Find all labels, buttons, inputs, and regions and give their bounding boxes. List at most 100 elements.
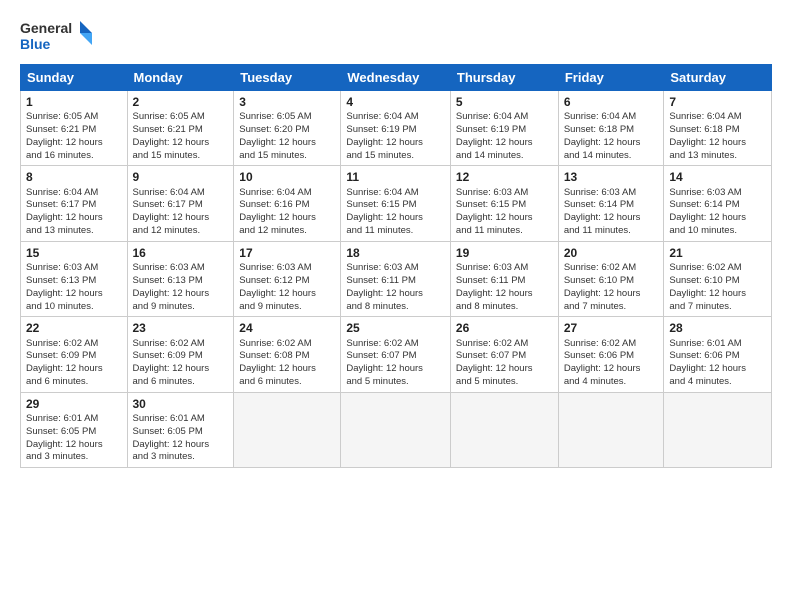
day-number: 13: [564, 169, 659, 185]
calendar-cell: 1Sunrise: 6:05 AMSunset: 6:21 PMDaylight…: [21, 91, 128, 166]
calendar-cell: 20Sunrise: 6:02 AMSunset: 6:10 PMDayligh…: [558, 241, 664, 316]
day-info: Sunrise: 6:04 AMSunset: 6:18 PMDaylight:…: [564, 111, 659, 162]
day-info: Sunrise: 6:01 AMSunset: 6:05 PMDaylight:…: [133, 413, 229, 464]
day-info: Sunrise: 6:02 AMSunset: 6:09 PMDaylight:…: [26, 338, 122, 389]
day-number: 10: [239, 169, 335, 185]
day-number: 30: [133, 396, 229, 412]
day-info: Sunrise: 6:03 AMSunset: 6:15 PMDaylight:…: [456, 187, 553, 238]
day-number: 5: [456, 94, 553, 110]
calendar-cell: 14Sunrise: 6:03 AMSunset: 6:14 PMDayligh…: [664, 166, 772, 241]
day-number: 11: [346, 169, 445, 185]
day-info: Sunrise: 6:02 AMSunset: 6:07 PMDaylight:…: [346, 338, 445, 389]
day-info: Sunrise: 6:05 AMSunset: 6:20 PMDaylight:…: [239, 111, 335, 162]
day-info: Sunrise: 6:05 AMSunset: 6:21 PMDaylight:…: [26, 111, 122, 162]
day-info: Sunrise: 6:03 AMSunset: 6:11 PMDaylight:…: [346, 262, 445, 313]
calendar-cell: 4Sunrise: 6:04 AMSunset: 6:19 PMDaylight…: [341, 91, 451, 166]
calendar-cell: 9 Sunrise: 6:04 AMSunset: 6:17 PMDaylight…: [127, 166, 234, 241]
calendar-header-row: SundayMondayTuesdayWednesdayThursdayFrid…: [21, 65, 772, 91]
calendar-cell: 16Sunrise: 6:03 AMSunset: 6:13 PMDayligh…: [127, 241, 234, 316]
calendar-cell: 6Sunrise: 6:04 AMSunset: 6:18 PMDaylight…: [558, 91, 664, 166]
day-number: 16: [133, 245, 229, 261]
calendar-cell: 19Sunrise: 6:03 AMSunset: 6:11 PMDayligh…: [450, 241, 558, 316]
week-row-1: 1Sunrise: 6:05 AMSunset: 6:21 PMDaylight…: [21, 91, 772, 166]
calendar-cell: 12Sunrise: 6:03 AMSunset: 6:15 PMDayligh…: [450, 166, 558, 241]
calendar-cell: 28 Sunrise: 6:01 AMSunset: 6:06 PMDayligh…: [664, 317, 772, 392]
calendar-cell: 15Sunrise: 6:03 AMSunset: 6:13 PMDayligh…: [21, 241, 128, 316]
day-info: Sunrise: 6:01 AMSunset: 6:05 PMDaylight:…: [26, 413, 122, 464]
page: GeneralBlue SundayMondayTuesdayWednesday…: [0, 0, 792, 612]
calendar-cell: 30Sunrise: 6:01 AMSunset: 6:05 PMDayligh…: [127, 392, 234, 467]
day-info: Sunrise: 6:03 AMSunset: 6:13 PMDaylight:…: [133, 262, 229, 313]
day-info: Sunrise: 6:01 AMSunset: 6:06 PMDaylight:…: [669, 338, 766, 389]
day-number: 6: [564, 94, 659, 110]
calendar-cell: [558, 392, 664, 467]
day-number: 2: [133, 94, 229, 110]
day-number: 7: [669, 94, 766, 110]
day-number: 23: [133, 320, 229, 336]
day-number: 4: [346, 94, 445, 110]
day-info: Sunrise: 6:03 AMSunset: 6:12 PMDaylight:…: [239, 262, 335, 313]
day-info: Sunrise: 6:03 AMSunset: 6:14 PMDaylight:…: [564, 187, 659, 238]
calendar-cell: 22 Sunrise: 6:02 AMSunset: 6:09 PMDayligh…: [21, 317, 128, 392]
header-sunday: Sunday: [21, 65, 128, 91]
calendar: SundayMondayTuesdayWednesdayThursdayFrid…: [20, 64, 772, 468]
day-info: Sunrise: 6:04 AMSunset: 6:19 PMDaylight:…: [346, 111, 445, 162]
calendar-cell: 18Sunrise: 6:03 AMSunset: 6:11 PMDayligh…: [341, 241, 451, 316]
day-number: 20: [564, 245, 659, 261]
calendar-cell: 3Sunrise: 6:05 AMSunset: 6:20 PMDaylight…: [234, 91, 341, 166]
day-number: 26: [456, 320, 553, 336]
day-info: Sunrise: 6:02 AMSunset: 6:10 PMDaylight:…: [564, 262, 659, 313]
header-tuesday: Tuesday: [234, 65, 341, 91]
header: GeneralBlue: [20, 16, 772, 56]
day-info: Sunrise: 6:03 AMSunset: 6:13 PMDaylight:…: [26, 262, 122, 313]
day-info: Sunrise: 6:02 AMSunset: 6:08 PMDaylight:…: [239, 338, 335, 389]
day-number: 9: [133, 169, 229, 185]
week-row-5: 29Sunrise: 6:01 AMSunset: 6:05 PMDayligh…: [21, 392, 772, 467]
day-info: Sunrise: 6:02 AMSunset: 6:07 PMDaylight:…: [456, 338, 553, 389]
header-saturday: Saturday: [664, 65, 772, 91]
day-number: 17: [239, 245, 335, 261]
calendar-cell: 24 Sunrise: 6:02 AMSunset: 6:08 PMDayligh…: [234, 317, 341, 392]
calendar-cell: [664, 392, 772, 467]
calendar-cell: 8Sunrise: 6:04 AMSunset: 6:17 PMDaylight…: [21, 166, 128, 241]
calendar-cell: [234, 392, 341, 467]
day-number: 14: [669, 169, 766, 185]
svg-text:General: General: [20, 20, 72, 36]
day-info: Sunrise: 6:04 AMSunset: 6:19 PMDaylight:…: [456, 111, 553, 162]
day-number: 22: [26, 320, 122, 336]
day-number: 25: [346, 320, 445, 336]
calendar-cell: [450, 392, 558, 467]
day-number: 15: [26, 245, 122, 261]
day-number: 24: [239, 320, 335, 336]
calendar-cell: 10Sunrise: 6:04 AMSunset: 6:16 PMDayligh…: [234, 166, 341, 241]
week-row-3: 15Sunrise: 6:03 AMSunset: 6:13 PMDayligh…: [21, 241, 772, 316]
header-wednesday: Wednesday: [341, 65, 451, 91]
calendar-cell: 27 Sunrise: 6:02 AMSunset: 6:06 PMDayligh…: [558, 317, 664, 392]
calendar-cell: 17Sunrise: 6:03 AMSunset: 6:12 PMDayligh…: [234, 241, 341, 316]
day-info: Sunrise: 6:02 AMSunset: 6:09 PMDaylight:…: [133, 338, 229, 389]
day-info: Sunrise: 6:02 AMSunset: 6:06 PMDaylight:…: [564, 338, 659, 389]
day-number: 28: [669, 320, 766, 336]
svg-text:Blue: Blue: [20, 36, 51, 52]
logo: GeneralBlue: [20, 16, 100, 56]
day-number: 19: [456, 245, 553, 261]
day-info: Sunrise: 6:03 AMSunset: 6:11 PMDaylight:…: [456, 262, 553, 313]
day-info: Sunrise: 6:05 AMSunset: 6:21 PMDaylight:…: [133, 111, 229, 162]
day-number: 21: [669, 245, 766, 261]
day-number: 27: [564, 320, 659, 336]
day-number: 3: [239, 94, 335, 110]
calendar-cell: 26 Sunrise: 6:02 AMSunset: 6:07 PMDayligh…: [450, 317, 558, 392]
day-info: Sunrise: 6:04 AMSunset: 6:17 PMDaylight:…: [133, 187, 229, 238]
day-info: Sunrise: 6:04 AMSunset: 6:15 PMDaylight:…: [346, 187, 445, 238]
calendar-cell: 2Sunrise: 6:05 AMSunset: 6:21 PMDaylight…: [127, 91, 234, 166]
calendar-cell: 25 Sunrise: 6:02 AMSunset: 6:07 PMDayligh…: [341, 317, 451, 392]
calendar-cell: 29Sunrise: 6:01 AMSunset: 6:05 PMDayligh…: [21, 392, 128, 467]
week-row-4: 22 Sunrise: 6:02 AMSunset: 6:09 PMDayligh…: [21, 317, 772, 392]
calendar-cell: 5Sunrise: 6:04 AMSunset: 6:19 PMDaylight…: [450, 91, 558, 166]
header-thursday: Thursday: [450, 65, 558, 91]
calendar-cell: 11 Sunrise: 6:04 AMSunset: 6:15 PMDayligh…: [341, 166, 451, 241]
day-number: 18: [346, 245, 445, 261]
day-number: 1: [26, 94, 122, 110]
week-row-2: 8Sunrise: 6:04 AMSunset: 6:17 PMDaylight…: [21, 166, 772, 241]
calendar-cell: 23 Sunrise: 6:02 AMSunset: 6:09 PMDayligh…: [127, 317, 234, 392]
